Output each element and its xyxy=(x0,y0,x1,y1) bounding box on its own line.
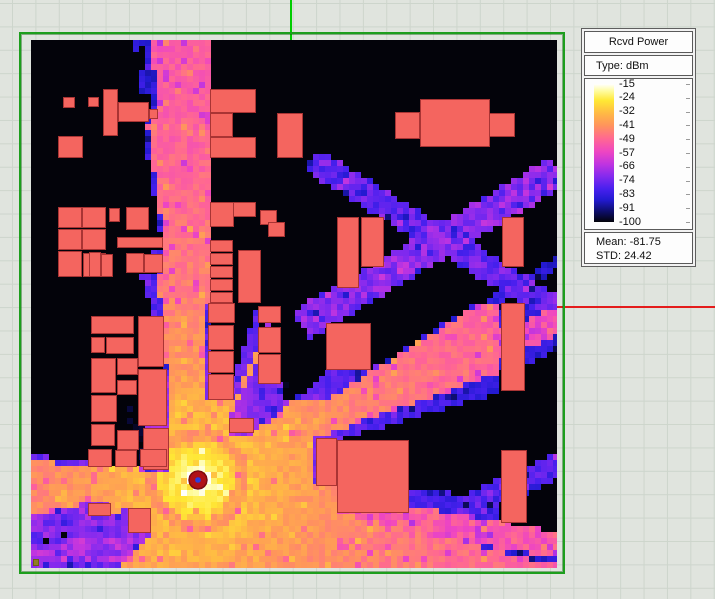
legend-colorbar-section: -15-24-32-41-49-57-66-74-83-91-100 xyxy=(584,78,693,230)
colorbar-gradient xyxy=(594,84,614,222)
colorbar-tick-mark xyxy=(686,98,690,99)
colorbar-tick-mark xyxy=(686,84,690,85)
colorbar-tick-mark xyxy=(686,208,690,209)
colorbar-tick-label: -57 xyxy=(619,147,635,160)
coverage-map[interactable] xyxy=(31,40,557,568)
legend-statistics: Mean: -81.75 STD: 24.42 xyxy=(584,232,693,264)
colorbar-tick-mark xyxy=(686,181,690,182)
colorbar-tick-label: -66 xyxy=(619,160,635,173)
legend-type-label: Type: dBm xyxy=(584,55,693,76)
colorbar-tick-label: -49 xyxy=(619,133,635,146)
colorbar-tick-mark xyxy=(686,153,690,154)
legend-panel[interactable]: Rcvd Power Type: dBm -15-24-32-41-49-57-… xyxy=(581,28,696,267)
colorbar-tick-label: -41 xyxy=(619,119,635,132)
colorbar-tick-label: -100 xyxy=(619,216,641,229)
legend-std-value: STD: 24.42 xyxy=(596,249,692,263)
colorbar-tick-mark xyxy=(686,139,690,140)
viewer-workspace: Rcvd Power Type: dBm -15-24-32-41-49-57-… xyxy=(0,0,715,599)
legend-mean-value: Mean: -81.75 xyxy=(596,235,692,249)
colorbar-tick-label: -91 xyxy=(619,202,635,215)
legend-title: Rcvd Power xyxy=(584,31,693,53)
colorbar-tick-label: -24 xyxy=(619,91,635,104)
colorbar-tick-label: -83 xyxy=(619,188,635,201)
colorbar-tick-mark xyxy=(686,194,690,195)
colorbar-tick-mark xyxy=(686,112,690,113)
colorbar-tick-mark xyxy=(686,222,690,223)
colorbar-tick-label: -15 xyxy=(619,78,635,91)
colorbar-tick-label: -74 xyxy=(619,174,635,187)
colorbar-tick-label: -32 xyxy=(619,105,635,118)
colorbar-tick-mark xyxy=(686,167,690,168)
colorbar-tick-mark xyxy=(686,125,690,126)
colorbar-tick-labels: -15-24-32-41-49-57-66-74-83-91-100 xyxy=(619,79,679,229)
crosshair-horizontal-line xyxy=(557,306,715,308)
